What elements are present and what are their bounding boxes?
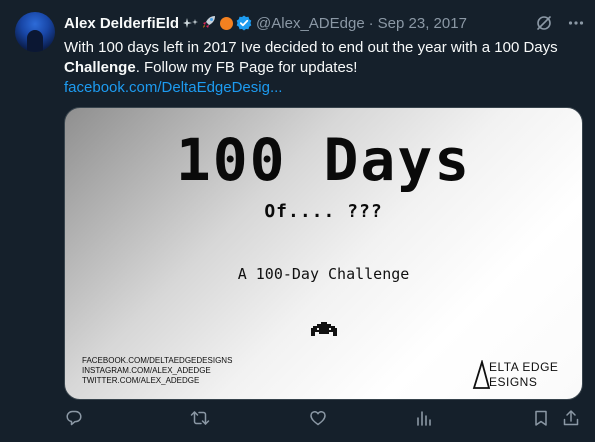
image-social-links: FACEBOOK.COM/DELTAEDGEDESIGNS INSTAGRAM.… [82, 356, 232, 386]
retweet-icon[interactable] [190, 408, 210, 428]
tweet-date[interactable]: Sep 23, 2017 [378, 15, 467, 32]
tweet: Alex DelderfiEld @Alex_ADEdge · Sep 23, … [0, 0, 595, 442]
tweet-text-bold: Challenge [64, 59, 136, 76]
delta-logo-icon [472, 360, 490, 389]
verified-badge-icon[interactable] [236, 15, 252, 31]
social-instagram: INSTAGRAM.COM/ALEX_ADEDGE [82, 366, 211, 375]
social-facebook: FACEBOOK.COM/DELTAEDGEDESIGNS [82, 356, 233, 365]
tweet-link[interactable]: facebook.com/DeltaEdgeDesig... [64, 79, 282, 96]
rocket-emoji-icon [202, 14, 217, 32]
header-separator: · [368, 14, 374, 32]
tweet-image[interactable]: 100 Days Of.... ??? A 100-Day Challenge … [64, 107, 583, 400]
like-icon[interactable] [308, 408, 328, 428]
avatar[interactable] [15, 12, 55, 52]
reply-icon[interactable] [64, 408, 84, 428]
sparkle-emoji-icon [183, 17, 199, 29]
share-icon[interactable] [561, 408, 581, 428]
brand-line1: ELTA EDGE [489, 360, 559, 374]
tweet-text-part2: . Follow my FB Page for updates! [135, 59, 358, 76]
image-title: 100 Days [175, 126, 472, 194]
grok-icon[interactable] [535, 14, 553, 32]
tweet-actions [64, 408, 581, 428]
more-icon[interactable] [567, 14, 585, 32]
brand-line2: ESIGNS [489, 375, 538, 389]
image-challenge-text: A 100-Day Challenge [237, 265, 410, 283]
tweet-text-part1: With 100 days left in 2017 Ive decided t… [64, 39, 558, 56]
image-subtitle: Of.... ??? [264, 201, 383, 222]
author-name[interactable]: Alex DelderfiEld [64, 15, 179, 32]
bookmark-icon[interactable] [531, 408, 551, 428]
social-twitter: TWITTER.COM/ALEX_ADEDGE [82, 376, 200, 385]
tweet-header: Alex DelderfiEld @Alex_ADEdge · Sep 23, … [64, 13, 585, 33]
space-invader-icon [311, 322, 337, 336]
author-handle[interactable]: @Alex_ADEdge [256, 15, 365, 32]
delta-edge-logo: ELTA EDGE ESIGNS [472, 358, 564, 392]
views-icon[interactable] [414, 408, 434, 428]
tweet-text: With 100 days left in 2017 Ive decided t… [64, 38, 579, 98]
orange-circle-emoji-icon [220, 16, 234, 30]
